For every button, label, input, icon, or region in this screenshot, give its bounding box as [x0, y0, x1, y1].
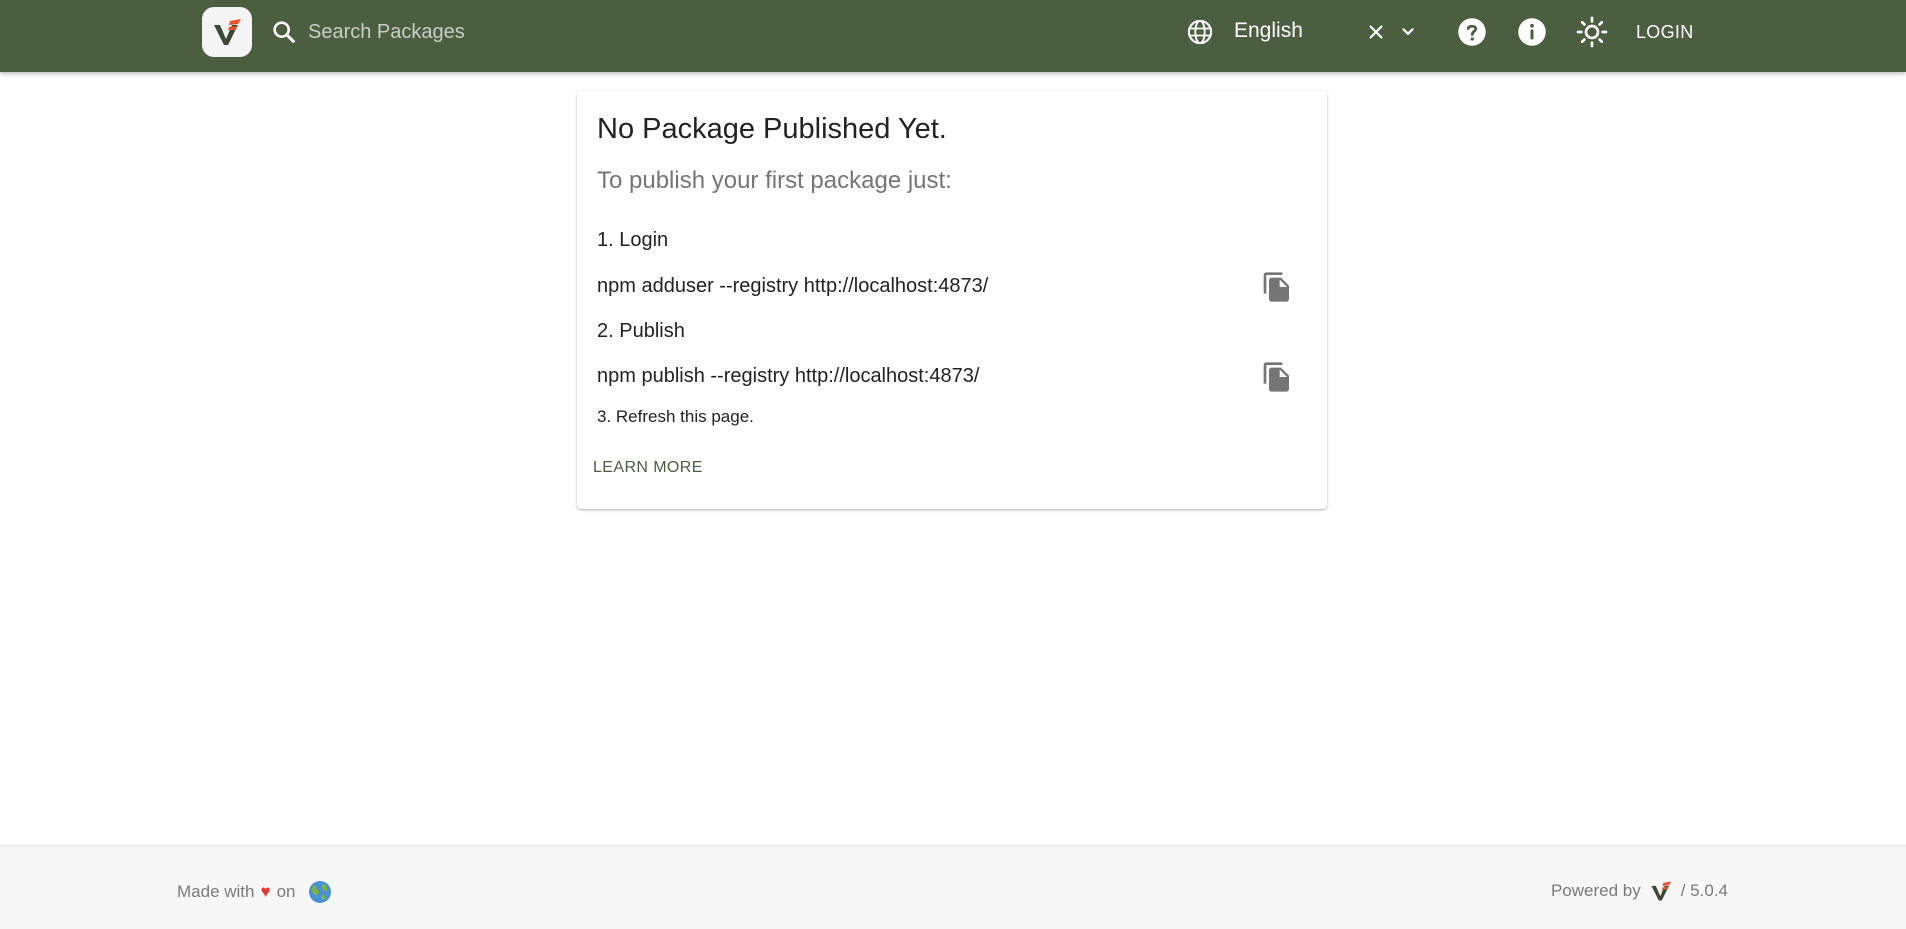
chevron-down-icon[interactable] — [1397, 21, 1419, 43]
language-select-value[interactable]: English — [1234, 19, 1303, 43]
powered-by-text: Powered by — [1550, 881, 1641, 900]
step-publish-label: 2. Publish — [597, 320, 685, 342]
footer-powered-by: Powered by / 5.0.4 — [1551, 880, 1728, 902]
copy-icon[interactable] — [1261, 361, 1293, 393]
search-input[interactable] — [308, 14, 728, 50]
on-text: on — [276, 882, 296, 901]
clear-icon[interactable] — [1365, 21, 1387, 43]
earth-icon[interactable] — [308, 880, 332, 904]
made-with-text: Made with — [177, 882, 255, 901]
globe-icon — [1187, 19, 1213, 45]
step-login-label: 1. Login — [597, 229, 669, 251]
version-text: / 5.0.4 — [1680, 881, 1728, 900]
card-title: No Package Published Yet. — [597, 113, 947, 145]
app-footer: Made with ♥ on Powered by / 5.0.4 — [0, 845, 1906, 929]
search-icon[interactable] — [270, 18, 298, 46]
help-card: No Package Published Yet. To publish you… — [577, 91, 1327, 509]
step-refresh-label: 3. Refresh this page. — [597, 407, 754, 426]
help-icon[interactable] — [1457, 17, 1487, 47]
login-button[interactable]: LOGIN — [1630, 14, 1700, 50]
light-theme-icon[interactable] — [1576, 16, 1608, 48]
info-icon[interactable] — [1517, 17, 1547, 47]
card-subtitle: To publish your first package just: — [597, 167, 952, 194]
verdaccio-logo[interactable] — [202, 7, 252, 57]
publish-command: npm publish --registry http://localhost:… — [597, 365, 980, 387]
footer-made-with: Made with ♥ on — [177, 880, 332, 904]
app-header: English LOGIN — [0, 0, 1906, 72]
verdaccio-logo-icon — [214, 19, 241, 45]
copy-icon[interactable] — [1261, 271, 1293, 303]
verdaccio-mini-logo-icon[interactable] — [1649, 880, 1673, 902]
heart-icon: ♥ — [260, 882, 271, 901]
learn-more-link[interactable]: LEARN MORE — [593, 459, 703, 477]
adduser-command: npm adduser --registry http://localhost:… — [597, 275, 989, 297]
